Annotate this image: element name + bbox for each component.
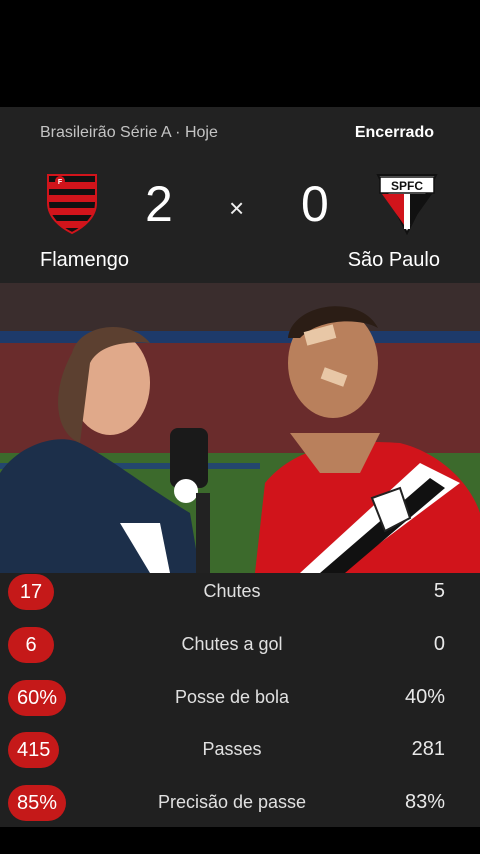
match-score-card[interactable]: Brasileirão Série A · Hoje Encerrado F 2… xyxy=(0,107,480,283)
away-score: 0 xyxy=(301,176,329,232)
post-match-interview-image[interactable] xyxy=(0,283,480,573)
stat-label: Passes xyxy=(202,739,262,759)
away-stat-value: 0 xyxy=(433,633,445,655)
away-team-name: São Paulo xyxy=(347,249,440,271)
stat-row[interactable]: 85% Precisão de passe 83% xyxy=(0,784,480,822)
stat-label: Precisão de passe xyxy=(157,792,307,812)
svg-text:SPFC: SPFC xyxy=(391,179,423,193)
interview-illustration xyxy=(0,283,480,573)
stat-label: Chutes xyxy=(203,581,261,601)
stat-row[interactable]: 415 Passes 281 xyxy=(0,731,480,769)
stat-label: Posse de bola xyxy=(174,687,290,707)
screen: Brasileirão Série A · Hoje Encerrado F 2… xyxy=(0,0,480,854)
away-stat-value: 5 xyxy=(433,580,445,602)
flamengo-crest-icon: F xyxy=(46,173,98,240)
away-stat-value: 83% xyxy=(404,791,445,813)
stat-row[interactable]: 17 Chutes 5 xyxy=(0,573,480,611)
match-status: Encerrado xyxy=(354,124,434,141)
away-stat-value: 281 xyxy=(411,738,445,760)
match-stats-panel: 17 Chutes 5 6 Chutes a gol 0 60% Posse d… xyxy=(0,573,480,827)
sao-paulo-crest-icon: SPFC xyxy=(376,173,438,240)
home-score: 2 xyxy=(145,176,173,232)
competition-label: Brasileirão Série A · Hoje xyxy=(40,124,218,141)
svg-text:F: F xyxy=(58,179,63,186)
bottom-bar xyxy=(0,827,480,854)
home-team-name: Flamengo xyxy=(40,249,129,271)
stat-label: Chutes a gol xyxy=(181,634,283,654)
score-separator: × xyxy=(229,193,245,223)
stat-row[interactable]: 60% Posse de bola 40% xyxy=(0,679,480,717)
stat-row[interactable]: 6 Chutes a gol 0 xyxy=(0,626,480,664)
away-stat-value: 40% xyxy=(404,686,445,708)
